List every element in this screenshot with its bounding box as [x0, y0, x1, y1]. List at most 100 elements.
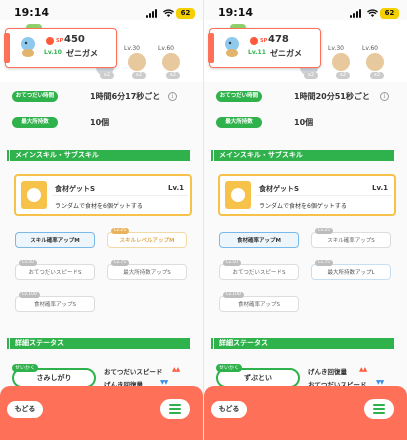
- main-skill-card[interactable]: 食材ゲットS Lv.1 ランダムで食材を6個ゲットする: [218, 174, 396, 216]
- battery-icon: 62: [176, 8, 195, 19]
- pokemon-banner[interactable]: SP 478 Lv.11 ゼニガメ: [208, 28, 321, 68]
- sub-skill-3-level: Lv.50: [19, 260, 37, 266]
- sp-icon: [46, 37, 54, 45]
- nature-up-stat: おてつだいスピード: [104, 368, 163, 376]
- pokemon-name: ゼニガメ: [66, 49, 98, 58]
- ingredient-count-2: x2: [336, 72, 350, 79]
- main-skill-level: Lv.1: [372, 184, 388, 192]
- back-button[interactable]: もどる: [211, 401, 247, 418]
- nature-badge: せいかく: [12, 364, 38, 372]
- pokemon-avatar-icon: [21, 37, 35, 57]
- nature-badge: せいかく: [216, 364, 242, 372]
- pokemon-name: ゼニガメ: [270, 49, 302, 58]
- sub-skill-4[interactable]: 最大所持数アップS: [107, 264, 187, 280]
- help-time-value: 1時間6分17秒ごと: [90, 92, 161, 101]
- help-time-label: おてつだい時間: [216, 91, 262, 102]
- help-time-label: おてつだい時間: [12, 91, 58, 102]
- divider: [52, 195, 188, 196]
- screen-right: 19:14 62 Lv.30 Lv.60 x2 x2 x2 SP 478 Lv.…: [204, 0, 407, 440]
- ingredient-level-b: Lv.60: [158, 45, 174, 52]
- down-arrows-icon: ▼▼: [376, 379, 384, 386]
- ingredient-level-b: Lv.60: [362, 45, 378, 52]
- sub-skill-1[interactable]: スキル確率アップM: [15, 232, 95, 248]
- ingredient-count-1: x2: [304, 72, 318, 79]
- sub-skill-1[interactable]: 食材確率アップM: [219, 232, 299, 248]
- sub-skill-3[interactable]: おてつだいスピードS: [15, 264, 95, 280]
- main-skill-description: ランダムで食材を6個ゲットする: [259, 203, 347, 210]
- ingredient-level-a: Lv.30: [124, 45, 140, 52]
- help-time-value: 1時間20分51秒ごと: [294, 92, 370, 101]
- sub-skill-2[interactable]: スキルレベルアップM: [107, 232, 187, 248]
- ingredient-icon-3: [162, 53, 180, 71]
- ingredient-skill-icon: [21, 181, 47, 209]
- section-status-header: 詳細ステータス: [211, 338, 394, 349]
- ingredient-count-2: x2: [132, 72, 146, 79]
- screen-left: 19:14 62 Lv.30 Lv.60 x2 x2 x2 SP 450 Lv.…: [0, 0, 203, 440]
- info-icon[interactable]: i: [168, 92, 177, 101]
- carry-limit-value: 10個: [90, 118, 110, 127]
- ingredient-icon-3: [366, 53, 384, 71]
- menu-button[interactable]: [160, 399, 190, 419]
- pokemon-level: Lv.10: [44, 49, 62, 56]
- sp-label: SP: [260, 38, 268, 44]
- clock: 19:14: [14, 6, 50, 19]
- sub-skill-5[interactable]: 食材確率アップS: [15, 296, 95, 312]
- banner-tag: [208, 33, 214, 63]
- sub-skill-4-level: Lv.75: [111, 260, 129, 266]
- sp-icon: [250, 37, 258, 45]
- section-status-header: 詳細ステータス: [7, 338, 190, 349]
- main-skill-level: Lv.1: [168, 184, 184, 192]
- carry-limit-label: 最大所持数: [12, 117, 58, 128]
- carry-limit-label: 最大所持数: [216, 117, 262, 128]
- up-arrows-icon: ▲▲: [172, 366, 180, 373]
- ingredient-skill-icon: [225, 181, 251, 209]
- wifi-icon: [367, 9, 378, 17]
- sub-skill-2-level: Lv.25: [111, 228, 129, 234]
- sp-value: 478: [268, 34, 289, 45]
- main-skill-name: 食材ゲットS: [55, 185, 96, 193]
- main-skill-description: ランダムで食材を6個ゲットする: [55, 203, 143, 210]
- sub-skill-4[interactable]: 最大所持数アップL: [311, 264, 391, 280]
- main-skill-name: 食材ゲットS: [259, 185, 300, 193]
- status-bar: 19:14 62: [204, 0, 407, 22]
- ingredient-count-3: x2: [166, 72, 180, 79]
- sub-skill-5-level: Lv.100: [223, 292, 244, 298]
- up-arrows-icon: ▲▲: [359, 366, 367, 373]
- info-icon[interactable]: i: [380, 92, 389, 101]
- ingredient-icon-2: [332, 53, 350, 71]
- pokemon-level: Lv.11: [248, 49, 266, 56]
- sub-skill-3-level: Lv.50: [223, 260, 241, 266]
- divider: [256, 195, 392, 196]
- signal-icon: [350, 9, 363, 18]
- ingredient-level-a: Lv.30: [328, 45, 344, 52]
- section-skills-header: メインスキル・サブスキル: [7, 150, 190, 161]
- sp-label: SP: [56, 38, 64, 44]
- status-bar: 19:14 62: [0, 0, 203, 22]
- sub-skill-5-level: Lv.100: [19, 292, 40, 298]
- menu-button[interactable]: [364, 399, 394, 419]
- nature-up-stat: げんき回復量: [308, 368, 347, 376]
- sub-skill-2[interactable]: スキル確率アップS: [311, 232, 391, 248]
- banner-tag: [4, 33, 10, 63]
- section-skills-header: メインスキル・サブスキル: [211, 150, 394, 161]
- signal-icon: [146, 9, 159, 18]
- battery-icon: 62: [380, 8, 399, 19]
- clock: 19:14: [218, 6, 254, 19]
- down-arrows-icon: ▼▼: [160, 379, 168, 386]
- ingredient-count-3: x2: [370, 72, 384, 79]
- carry-limit-value: 10個: [294, 118, 314, 127]
- main-skill-card[interactable]: 食材ゲットS Lv.1 ランダムで食材を6個ゲットする: [14, 174, 192, 216]
- wifi-icon: [163, 9, 174, 17]
- sub-skill-2-level: Lv.25: [315, 228, 333, 234]
- sub-skill-3[interactable]: おてつだいスピードS: [219, 264, 299, 280]
- bottom-bar: もどる: [0, 386, 203, 440]
- ingredient-count-1: x2: [100, 72, 114, 79]
- pokemon-avatar-icon: [225, 37, 239, 57]
- sub-skill-5[interactable]: 食材確率アップS: [219, 296, 299, 312]
- ingredient-icon-2: [128, 53, 146, 71]
- back-button[interactable]: もどる: [7, 401, 43, 418]
- sp-value: 450: [64, 34, 85, 45]
- pokemon-banner[interactable]: SP 450 Lv.10 ゼニガメ: [4, 28, 117, 68]
- sub-skill-4-level: Lv.75: [315, 260, 333, 266]
- bottom-bar: もどる: [204, 386, 407, 440]
